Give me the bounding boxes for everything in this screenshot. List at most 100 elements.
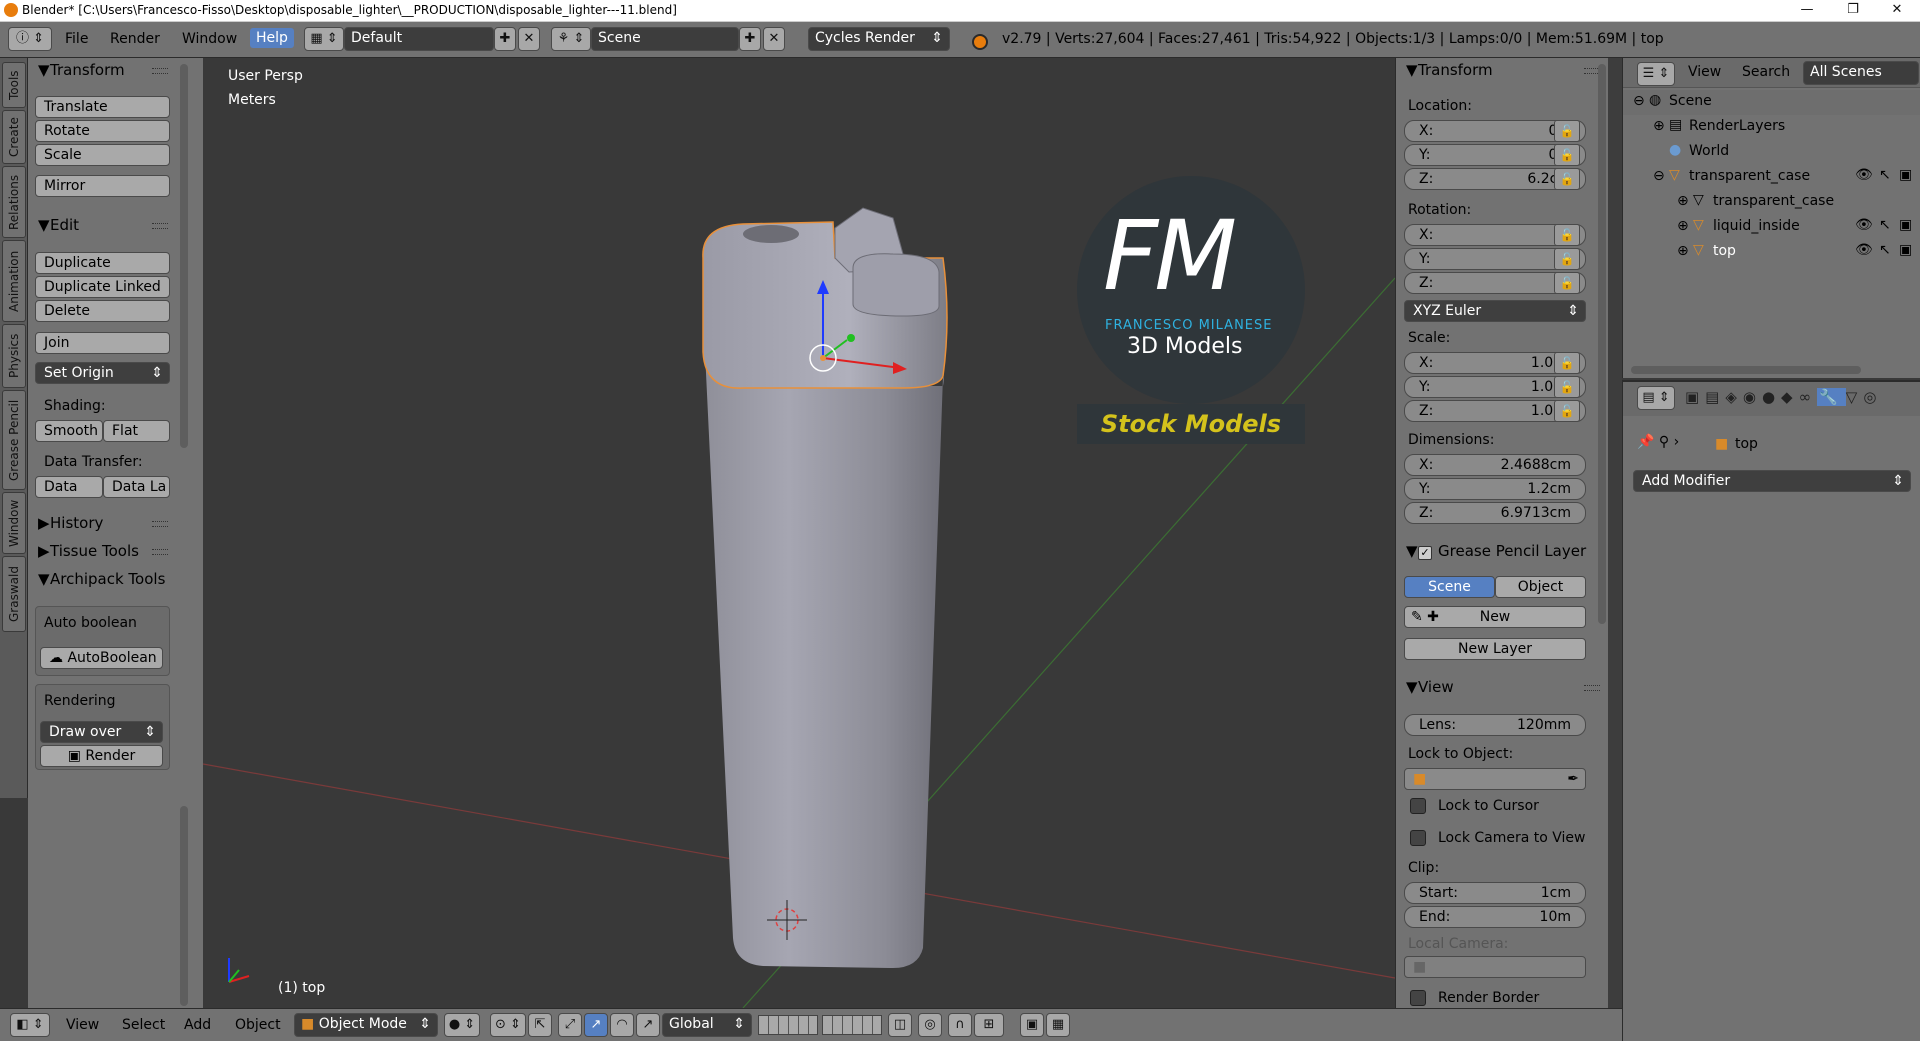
scale-manipulator-icon[interactable]: ◠: [610, 1013, 634, 1037]
screen-layout-field[interactable]: Default: [344, 27, 494, 51]
menu-file[interactable]: File: [65, 31, 88, 47]
flat-button[interactable]: Flat: [103, 420, 170, 442]
menu-select[interactable]: Select: [122, 1017, 165, 1033]
manipulator-extra-icon[interactable]: ↗: [636, 1013, 660, 1037]
snap-magnet-icon[interactable]: ∩: [948, 1013, 972, 1037]
lock-icon[interactable]: 🔓: [1554, 248, 1580, 270]
lock-icon[interactable]: 🔓: [1554, 376, 1580, 398]
layer-lock-icon[interactable]: ◫: [888, 1013, 912, 1037]
lock-icon[interactable]: 🔓: [1554, 144, 1580, 166]
lower-scrollbar[interactable]: [180, 806, 188, 1006]
lock-icon[interactable]: 🔓: [1554, 120, 1580, 142]
remove-layout-icon[interactable]: ✕: [518, 27, 540, 51]
lock-icon[interactable]: 🔓: [1554, 272, 1580, 294]
outliner-view-menu[interactable]: View: [1688, 64, 1721, 80]
manipulator-toggle-icon[interactable]: ⇱: [528, 1013, 552, 1037]
panel-grip[interactable]: [1584, 685, 1600, 691]
editor-type-3d-icon[interactable]: ◧ ⇕: [10, 1013, 50, 1037]
tab-animation[interactable]: Animation: [2, 240, 26, 322]
panel-header-transform-n[interactable]: ▼Transform: [1406, 61, 1493, 79]
menu-render[interactable]: Render: [110, 31, 160, 47]
set-origin-dropdown[interactable]: Set Origin ⇕: [35, 362, 170, 384]
panel-header-transform[interactable]: ▼Transform: [38, 61, 125, 79]
data-layout-button[interactable]: Data La: [103, 476, 170, 498]
scene-field[interactable]: Scene: [591, 27, 739, 51]
dimension-x-field[interactable]: X: 2.4688cm: [1404, 454, 1586, 476]
tab-create[interactable]: Create: [2, 110, 26, 164]
outliner-hscrollbar[interactable]: [1631, 366, 1861, 374]
layers-grid-1[interactable]: [758, 1015, 818, 1035]
editor-type-info-icon[interactable]: ⓘ ⇕: [8, 27, 52, 51]
tab-tools[interactable]: Tools: [2, 62, 26, 108]
dimension-z-field[interactable]: Z: 6.9713cm: [1404, 502, 1586, 524]
outliner-row-top[interactable]: ⊕ ▽ top 👁 ↖ ▣: [1623, 240, 1920, 265]
outliner-row-transparent-case[interactable]: ⊖ ▽ transparent_case 👁 ↖ ▣: [1623, 165, 1920, 190]
panel-header-archipack-tools[interactable]: ▼Archipack Tools: [38, 570, 165, 588]
panel-header-history[interactable]: ▶History: [38, 514, 103, 532]
lock-object-field[interactable]: ■ ✒: [1404, 768, 1586, 790]
panel-grip[interactable]: [152, 549, 168, 555]
opengl-anim-icon[interactable]: ▦: [1046, 1013, 1070, 1037]
data-button[interactable]: Data: [35, 476, 103, 498]
menu-add[interactable]: Add: [184, 1017, 211, 1033]
translate-manipulator-icon[interactable]: ⤢: [558, 1013, 582, 1037]
minimize-button[interactable]: —: [1784, 0, 1830, 22]
tab-relations[interactable]: Relations: [2, 166, 26, 238]
duplicate-linked-button[interactable]: Duplicate Linked: [35, 276, 170, 298]
screen-layout-icon[interactable]: ▦ ⇕: [304, 27, 344, 51]
local-camera-field[interactable]: ■: [1404, 956, 1586, 978]
outliner-row-world[interactable]: ● World: [1623, 140, 1920, 165]
opengl-render-icon[interactable]: ▣: [1020, 1013, 1044, 1037]
tab-physics[interactable]: Physics: [2, 324, 26, 388]
snap-element-icon[interactable]: ⊞: [974, 1013, 1004, 1037]
tab-graswald[interactable]: Graswald: [2, 556, 26, 632]
menu-window[interactable]: Window: [182, 31, 237, 47]
scale-button[interactable]: Scale: [35, 144, 170, 166]
rotate-manipulator-icon[interactable]: ↗: [584, 1013, 608, 1037]
render-button[interactable]: ▣ Render: [40, 745, 163, 767]
add-layout-icon[interactable]: ✚: [494, 27, 516, 51]
autoboolean-button[interactable]: ☁ AutoBoolean: [40, 647, 163, 669]
clip-start-field[interactable]: Start: 1cm: [1404, 882, 1586, 904]
add-modifier-dropdown[interactable]: Add Modifier ⇕: [1633, 470, 1911, 492]
3d-viewport[interactable]: User Persp Meters (1) top FM FRANCESCO M…: [203, 58, 1395, 1008]
outliner-editor-icon[interactable]: ☰ ⇕: [1637, 62, 1675, 86]
tab-window[interactable]: Window: [2, 492, 26, 554]
pivot-point-icon[interactable]: ⊙ ⇕: [490, 1013, 526, 1037]
pin-icon[interactable]: 📌 ⚲ ›: [1637, 434, 1679, 450]
outliner-display-dropdown[interactable]: All Scenes: [1803, 61, 1919, 85]
toolshelf-scrollbar[interactable]: [180, 64, 188, 448]
properties-context-icons[interactable]: ▣▤◈◉●◆∞ 🔧 ▽◎: [1685, 388, 1882, 406]
lock-to-cursor-checkbox[interactable]: [1410, 798, 1426, 814]
outliner-search-menu[interactable]: Search: [1742, 64, 1790, 80]
render-engine-dropdown[interactable]: Cycles Render ⇕: [808, 27, 950, 51]
smooth-button[interactable]: Smooth: [35, 420, 103, 442]
mirror-button[interactable]: Mirror: [35, 175, 170, 197]
dimension-y-field[interactable]: Y: 1.2cm: [1404, 478, 1586, 500]
properties-editor-icon[interactable]: ▤ ⇕: [1637, 386, 1675, 410]
menu-object[interactable]: Object: [235, 1017, 281, 1033]
duplicate-button[interactable]: Duplicate: [35, 252, 170, 274]
grease-scene-tab[interactable]: Scene: [1404, 576, 1495, 598]
proportional-edit-icon[interactable]: ◎: [918, 1013, 942, 1037]
lock-icon[interactable]: 🔓: [1554, 168, 1580, 190]
lock-icon[interactable]: 🔓: [1554, 224, 1580, 246]
panel-header-grease-pencil[interactable]: ▼ ✓ Grease Pencil Layer: [1406, 542, 1586, 560]
panel-grip[interactable]: [152, 521, 168, 527]
join-button[interactable]: Join: [35, 332, 170, 354]
new-layer-button[interactable]: New Layer: [1404, 638, 1586, 660]
panel-grip[interactable]: [152, 223, 168, 229]
lock-camera-checkbox[interactable]: [1410, 830, 1426, 846]
outliner-row-transparent-case-mesh[interactable]: ⊕ ▽ transparent_case: [1623, 190, 1920, 215]
menu-help[interactable]: Help: [250, 28, 294, 48]
clip-end-field[interactable]: End: 10m: [1404, 906, 1586, 928]
rotate-button[interactable]: Rotate: [35, 120, 170, 142]
lock-icon[interactable]: 🔓: [1554, 352, 1580, 374]
panel-header-view[interactable]: ▼View: [1406, 678, 1454, 696]
mode-dropdown[interactable]: ■ Object Mode ⇕: [294, 1013, 438, 1037]
menu-view[interactable]: View: [66, 1017, 99, 1033]
orientation-dropdown[interactable]: Global ⇕: [662, 1013, 752, 1037]
maximize-button[interactable]: ❐: [1830, 0, 1876, 22]
add-scene-icon[interactable]: ✚: [739, 27, 761, 51]
translate-button[interactable]: Translate: [35, 96, 170, 118]
